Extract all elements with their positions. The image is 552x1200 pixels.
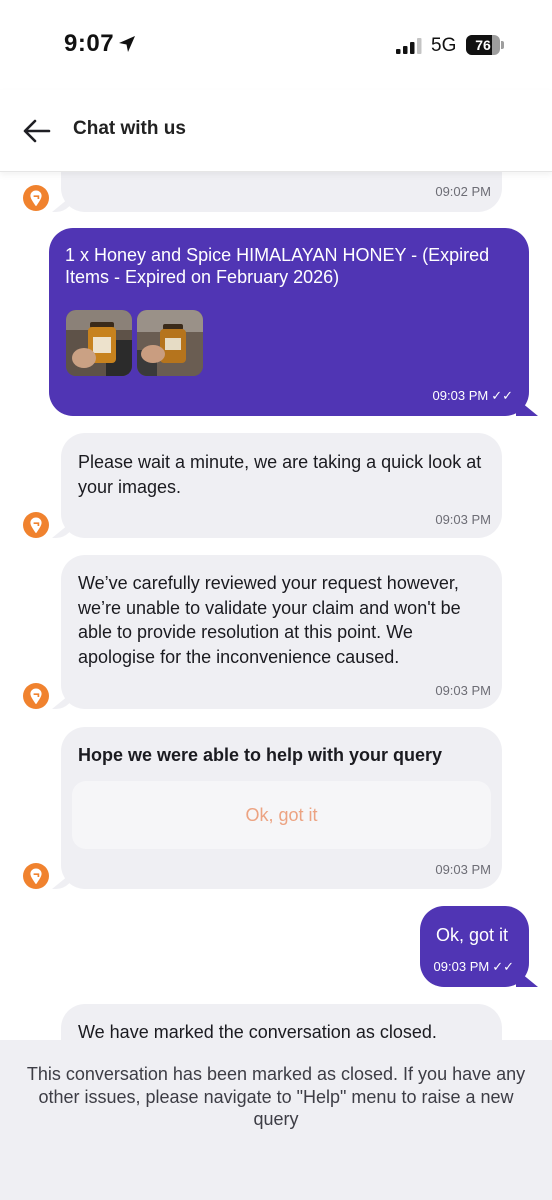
location-arrow-icon xyxy=(119,36,135,52)
arrow-left-icon[interactable] xyxy=(22,116,52,146)
battery-indicator: 76 xyxy=(466,35,504,55)
message-text: We have marked the conversation as close… xyxy=(78,1022,437,1040)
bot-message: Hope we were able to help with your quer… xyxy=(61,727,502,889)
message-time: 09:03 PM xyxy=(435,683,491,698)
status-bar: 9:07 5G 76 xyxy=(0,0,552,90)
message-text: We’ve carefully reviewed your request ho… xyxy=(78,573,461,667)
message-time: 09:02 PM xyxy=(435,184,491,199)
attachment-image[interactable] xyxy=(66,310,132,376)
cellular-signal-icon xyxy=(396,38,422,54)
message-text: 1 x Honey and Spice HIMALAYAN HONEY - (E… xyxy=(65,245,490,287)
attachment-image[interactable] xyxy=(137,310,203,376)
message-text: Hope we were able to help with your quer… xyxy=(78,745,443,765)
battery-level: 76 xyxy=(475,37,491,53)
chat-header: Chat with us xyxy=(0,90,552,172)
read-receipt-icon: ✓✓ xyxy=(492,959,514,974)
message-time: 09:03 PM xyxy=(435,512,491,527)
bot-message: We have marked the conversation as close… xyxy=(61,1004,502,1040)
swiggy-logo-icon xyxy=(30,190,42,206)
bot-message: 09:02 PM xyxy=(61,172,502,212)
support-avatar xyxy=(23,683,49,709)
support-avatar xyxy=(23,863,49,889)
bot-message: Please wait a minute, we are taking a qu… xyxy=(61,433,502,538)
support-avatar xyxy=(23,185,49,211)
swiggy-logo-icon xyxy=(30,868,42,884)
status-time: 9:07 xyxy=(64,30,115,57)
support-avatar xyxy=(23,512,49,538)
closed-notice-text: This conversation has been marked as clo… xyxy=(26,1064,526,1129)
swiggy-logo-icon xyxy=(30,517,42,533)
page-title: Chat with us xyxy=(73,118,186,139)
conversation-closed-banner: This conversation has been marked as clo… xyxy=(0,1040,552,1200)
user-message: Ok, got it 09:03 PM ✓✓ xyxy=(420,906,529,987)
bot-message: We’ve carefully reviewed your request ho… xyxy=(61,555,502,709)
message-time: 09:03 PM xyxy=(435,862,491,877)
chat-thread[interactable]: 09:02 PM 1 x Honey and Spice HIMALAYAN H… xyxy=(0,172,552,1040)
message-text: Please wait a minute, we are taking a qu… xyxy=(78,452,482,497)
user-message: 1 x Honey and Spice HIMALAYAN HONEY - (E… xyxy=(49,228,529,416)
ok-got-it-button[interactable]: Ok, got it xyxy=(72,781,491,849)
message-time: 09:03 PM ✓✓ xyxy=(433,959,514,974)
swiggy-logo-icon xyxy=(30,688,42,704)
message-text: Ok, got it xyxy=(436,925,509,945)
message-time: 09:03 PM ✓✓ xyxy=(432,388,513,403)
network-type: 5G xyxy=(431,35,457,56)
read-receipt-icon: ✓✓ xyxy=(491,388,513,403)
